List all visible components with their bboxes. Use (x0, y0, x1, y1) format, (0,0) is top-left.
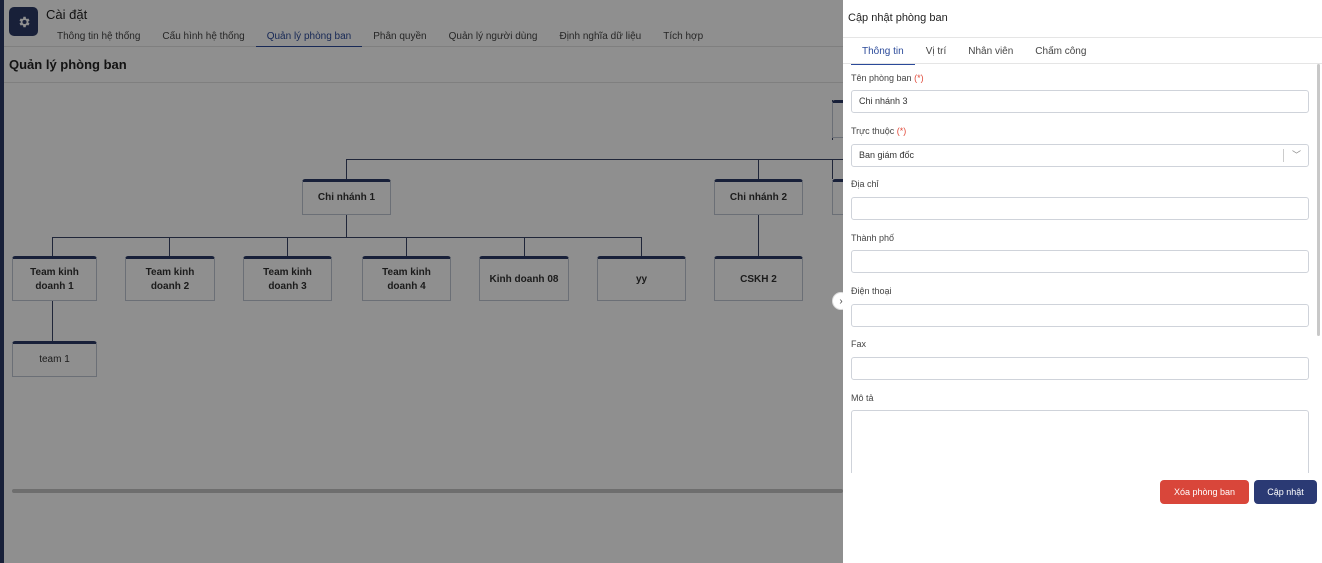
parent-select[interactable]: Ban giám đốc ﹀ (851, 144, 1309, 167)
parent-label: Trực thuộc (*) (851, 126, 906, 136)
description-label: Mô tả (851, 393, 874, 403)
department-name-input[interactable]: Chi nhánh 3 (851, 90, 1309, 113)
city-label: Thành phố (851, 233, 895, 243)
panel-title: Cập nhật phòng ban (848, 12, 948, 24)
name-label: Tên phòng ban (*) (851, 73, 924, 83)
phone-label: Điện thoại (851, 286, 892, 296)
parent-select-value: Ban giám đốc (859, 150, 915, 160)
address-input[interactable] (851, 197, 1309, 220)
tab-employees[interactable]: Nhân viên (957, 44, 1024, 63)
city-input[interactable] (851, 250, 1309, 273)
form-scrollbar[interactable] (1317, 64, 1320, 336)
chevron-down-icon: ﹀ (1291, 150, 1301, 160)
phone-input[interactable] (851, 304, 1309, 327)
fax-input[interactable] (851, 357, 1309, 380)
department-form: Tên phòng ban (*) Chi nhánh 3 Trực thuộc… (851, 64, 1310, 473)
address-label: Địa chỉ (851, 179, 879, 189)
panel-tabs: Thông tin Vị trí Nhân viên Chấm công (851, 44, 1097, 65)
select-separator (1283, 149, 1284, 162)
delete-department-button[interactable]: Xóa phòng ban (1160, 480, 1249, 504)
tab-info[interactable]: Thông tin (851, 44, 915, 65)
required-marker: (*) (914, 73, 924, 83)
update-button[interactable]: Cập nhật (1254, 480, 1317, 504)
parent-label-text: Trực thuộc (851, 126, 895, 136)
name-label-text: Tên phòng ban (851, 73, 912, 83)
tab-timekeeping[interactable]: Chấm công (1024, 44, 1097, 63)
required-marker: (*) (896, 126, 907, 136)
modal-backdrop[interactable] (0, 0, 843, 563)
tab-positions[interactable]: Vị trí (915, 44, 958, 63)
panel-divider (843, 37, 1322, 38)
update-department-panel: Cập nhật phòng ban Thông tin Vị trí Nhân… (843, 0, 1322, 563)
fax-label: Fax (851, 339, 867, 349)
description-textarea[interactable] (851, 410, 1309, 473)
